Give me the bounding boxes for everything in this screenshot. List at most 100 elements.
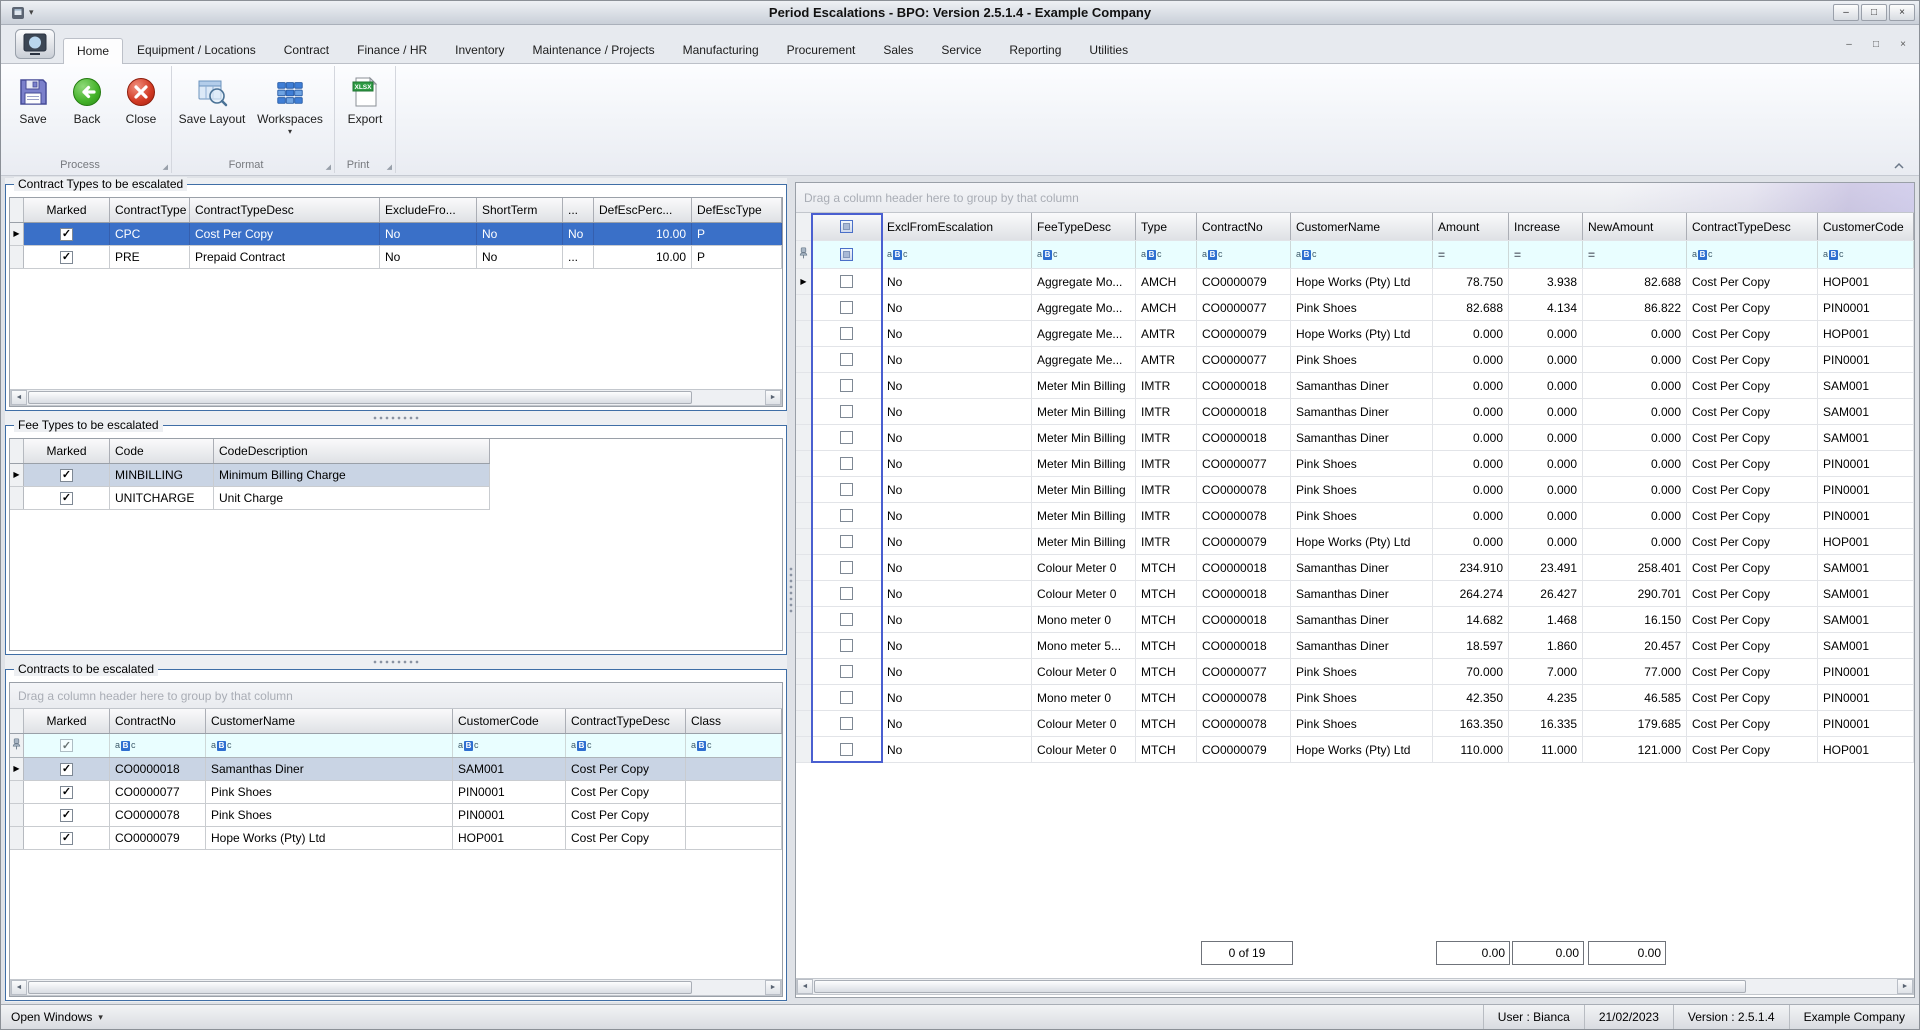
cell-newamount[interactable]: 0.000 (1583, 529, 1687, 554)
cell-exclfromescalation[interactable]: No (882, 477, 1032, 502)
cell-customername[interactable]: Pink Shoes (206, 804, 453, 826)
escalation-row[interactable]: NoColour Meter 0MTCHCO0000077Pink Shoes7… (796, 659, 1914, 685)
escalation-row[interactable]: NoColour Meter 0MTCHCO0000018Samanthas D… (796, 581, 1914, 607)
cell-exclfromescalation[interactable]: No (882, 347, 1032, 372)
tab-utilities[interactable]: Utilities (1075, 37, 1142, 63)
scrollbar-track[interactable] (27, 980, 765, 995)
cell-amount[interactable]: 163.350 (1433, 711, 1509, 736)
escalation-row[interactable]: NoMono meter 0MTCHCO0000018Samanthas Din… (796, 607, 1914, 633)
checkbox[interactable] (60, 832, 73, 845)
cell-customercode[interactable]: PIN0001 (1818, 685, 1914, 710)
scroll-left-arrow[interactable]: ◄ (11, 390, 27, 405)
cell-feetypedesc[interactable]: Colour Meter 0 (1032, 581, 1136, 606)
marked-cell[interactable] (24, 804, 110, 826)
contracts-row[interactable]: CO0000079Hope Works (Pty) LtdHOP001Cost … (10, 827, 782, 850)
cell-feetypedesc[interactable]: Colour Meter 0 (1032, 555, 1136, 580)
column-header-code[interactable]: Code (110, 439, 214, 463)
cell-codedescription[interactable]: Unit Charge (214, 487, 490, 509)
cell-exclfromescalation[interactable]: No (882, 555, 1032, 580)
cell-type[interactable]: MTCH (1136, 659, 1197, 684)
cell-contracttypedesc[interactable]: Cost Per Copy (1687, 373, 1818, 398)
cell-contracttype[interactable]: PRE (110, 246, 190, 268)
cell-customercode[interactable]: HOP001 (1818, 737, 1914, 762)
close-button[interactable]: Close (115, 69, 167, 157)
marked-cell[interactable] (24, 758, 110, 780)
escalation-row[interactable]: NoMeter Min BillingIMTRCO0000018Samantha… (796, 399, 1914, 425)
cell-newamount[interactable]: 0.000 (1583, 321, 1687, 346)
tab-inventory[interactable]: Inventory (441, 37, 518, 63)
filter-cell-customercode[interactable]: aBc (1818, 241, 1914, 268)
marked-cell[interactable] (812, 269, 882, 294)
cell-customercode[interactable]: PIN0001 (453, 781, 566, 803)
cell-newamount[interactable]: 82.688 (1583, 269, 1687, 294)
cell-contractno[interactable]: CO0000078 (1197, 685, 1291, 710)
marked-cell[interactable] (812, 425, 882, 450)
cell-amount[interactable]: 0.000 (1433, 477, 1509, 502)
cell-feetypedesc[interactable]: Aggregate Me... (1032, 321, 1136, 346)
cell-feetypedesc[interactable]: Aggregate Mo... (1032, 269, 1136, 294)
marked-cell[interactable] (812, 607, 882, 632)
marked-cell[interactable] (812, 685, 882, 710)
escalation-row[interactable]: NoColour Meter 0MTCHCO0000078Pink Shoes1… (796, 711, 1914, 737)
scrollbar-thumb[interactable] (28, 981, 692, 994)
marked-cell[interactable] (812, 295, 882, 320)
filter-marked-cell[interactable] (812, 241, 882, 268)
scrollbar-thumb[interactable] (814, 980, 1746, 993)
filter-cell-amount[interactable]: = (1433, 241, 1509, 268)
cell-increase[interactable]: 16.335 (1509, 711, 1583, 736)
cell-feetypedesc[interactable]: Meter Min Billing (1032, 373, 1136, 398)
marked-cell[interactable] (812, 581, 882, 606)
groupby-drop-area[interactable]: Drag a column header here to group by th… (796, 183, 1914, 213)
filter-cell-feetypedesc[interactable]: aBc (1032, 241, 1136, 268)
marked-cell[interactable] (812, 555, 882, 580)
escalation-row[interactable]: ▶NoAggregate Mo...AMCHCO0000079Hope Work… (796, 269, 1914, 295)
contract-types-row[interactable]: PREPrepaid ContractNoNo...10.00P (10, 246, 782, 269)
escalation-select-column-header[interactable] (812, 213, 882, 240)
cell-customercode[interactable]: SAM001 (1818, 633, 1914, 658)
cell-amount[interactable]: 18.597 (1433, 633, 1509, 658)
column-header-excludefro[interactable]: ExcludeFro... (380, 198, 477, 222)
cell-defesctype[interactable]: P (692, 246, 782, 268)
column-header-customercode[interactable]: CustomerCode (453, 709, 566, 733)
cell-contracttypedesc[interactable]: Cost Per Copy (1687, 529, 1818, 554)
cell-contracttypedesc[interactable]: Cost Per Copy (566, 781, 686, 803)
escalation-row[interactable]: NoColour Meter 0MTCHCO0000018Samanthas D… (796, 555, 1914, 581)
close-window-button[interactable]: × (1889, 4, 1915, 21)
cell-newamount[interactable]: 0.000 (1583, 477, 1687, 502)
marked-cell[interactable] (24, 223, 110, 245)
scrollbar-track[interactable] (813, 979, 1897, 994)
checkbox[interactable] (60, 763, 73, 776)
cell-customername[interactable]: Pink Shoes (1291, 659, 1433, 684)
cell-contracttypedesc[interactable]: Cost Per Copy (1687, 581, 1818, 606)
marked-cell[interactable] (812, 529, 882, 554)
cell-customername[interactable]: Pink Shoes (1291, 711, 1433, 736)
tab-finance-hr[interactable]: Finance / HR (343, 37, 441, 63)
cell-customercode[interactable]: PIN0001 (1818, 451, 1914, 476)
contract-types-row[interactable]: ▶CPCCost Per CopyNoNoNo10.00P (10, 223, 782, 246)
marked-cell[interactable] (812, 711, 882, 736)
cell-shortterm[interactable]: No (477, 246, 563, 268)
open-windows-button[interactable]: Open Windows ▾ (1, 1005, 113, 1029)
escalation-row[interactable]: NoMeter Min BillingIMTRCO0000018Samantha… (796, 425, 1914, 451)
checkbox[interactable] (840, 509, 853, 522)
cell-increase[interactable]: 0.000 (1509, 529, 1583, 554)
save-layout-button[interactable]: Save Layout (176, 69, 248, 157)
cell-feetypedesc[interactable]: Mono meter 0 (1032, 685, 1136, 710)
checkbox[interactable] (840, 379, 853, 392)
column-header-type[interactable]: Type (1136, 213, 1197, 240)
child-close-button[interactable]: × (1891, 36, 1915, 53)
cell-feetypedesc[interactable]: Mono meter 5... (1032, 633, 1136, 658)
cell-customercode[interactable]: PIN0001 (1818, 477, 1914, 502)
contracts-row[interactable]: CO0000077Pink ShoesPIN0001Cost Per Copy (10, 781, 782, 804)
vertical-splitter[interactable] (787, 178, 795, 1002)
cell-type[interactable]: IMTR (1136, 503, 1197, 528)
cell-contractno[interactable]: CO0000018 (1197, 399, 1291, 424)
checkbox[interactable] (840, 457, 853, 470)
cell-contracttypedesc[interactable]: Cost Per Copy (566, 758, 686, 780)
cell-increase[interactable]: 0.000 (1509, 425, 1583, 450)
column-header-newamount[interactable]: NewAmount (1583, 213, 1687, 240)
contracts-select-column-header[interactable]: Marked (24, 709, 110, 733)
cell-type[interactable]: IMTR (1136, 373, 1197, 398)
scroll-right-arrow[interactable]: ► (1897, 979, 1913, 994)
cell-customercode[interactable]: PIN0001 (1818, 659, 1914, 684)
